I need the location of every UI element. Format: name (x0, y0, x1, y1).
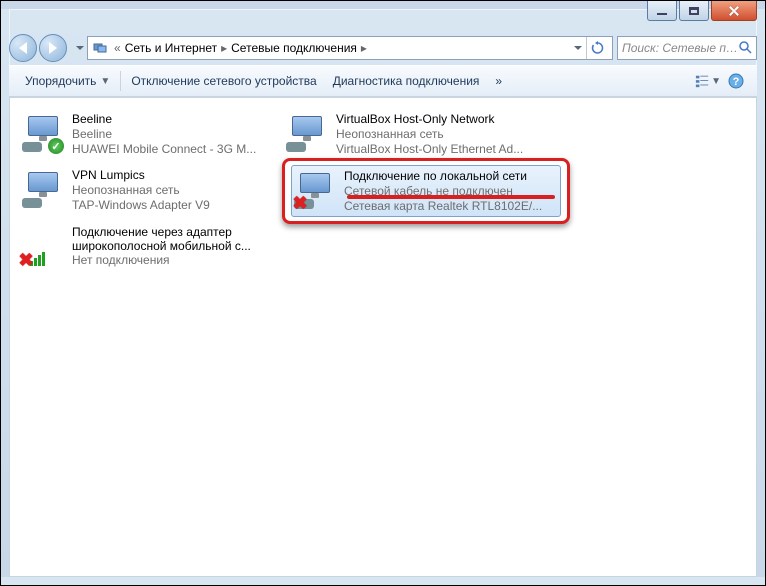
connection-device: Сетевая карта Realtek RTL8102E/... (344, 199, 542, 214)
organize-label: Упорядочить (25, 74, 96, 88)
connection-icon: ✓ (22, 114, 66, 154)
status-error-icon: ✖ (292, 195, 308, 211)
maximize-button[interactable] (679, 1, 709, 21)
network-location-icon (92, 40, 108, 56)
refresh-button[interactable] (586, 37, 608, 59)
organize-button[interactable]: Упорядочить ▼ (17, 70, 118, 92)
svg-text:?: ? (733, 76, 740, 88)
breadcrumb-level1[interactable]: Сеть и Интернет (123, 41, 219, 55)
connection-item-broadband[interactable]: ✖ Подключение через адаптер широкополосн… (20, 220, 280, 272)
forward-button[interactable] (39, 34, 67, 62)
connection-status: Beeline (72, 127, 256, 142)
diagnose-button[interactable]: Диагностика подключения (325, 70, 488, 92)
status-error-icon: ✖ (18, 252, 34, 268)
connection-status: Неопознанная сеть (72, 183, 210, 198)
connection-item-beeline[interactable]: ✓ Beeline Beeline HUAWEI Mobile Connect … (20, 108, 280, 160)
close-button[interactable] (711, 1, 757, 21)
back-button[interactable] (9, 34, 37, 62)
address-bar[interactable]: « Сеть и Интернет ▸ Сетевые подключения … (87, 36, 613, 60)
connection-name: Beeline (72, 112, 256, 127)
status-ok-icon: ✓ (48, 138, 64, 154)
help-icon: ? (728, 73, 744, 89)
connection-item-lan[interactable]: ✖ Подключение по локальной сети Сетевой … (291, 165, 561, 217)
diagnose-label: Диагностика подключения (333, 74, 480, 88)
connection-status: Неопознанная сеть (336, 127, 523, 142)
breadcrumb-sep-tail: ▸ (359, 41, 369, 55)
toolbar-overflow-button[interactable]: » (487, 70, 510, 92)
minimize-button[interactable] (647, 1, 677, 21)
view-options-button[interactable]: ▼ (695, 70, 721, 92)
search-input[interactable]: Поиск: Сетевые подключения (617, 36, 757, 60)
underline-annotation (347, 195, 555, 199)
connection-name: Подключение по локальной сети (344, 169, 542, 184)
disable-device-button[interactable]: Отключение сетевого устройства (123, 70, 324, 92)
connection-name: VirtualBox Host-Only Network (336, 112, 523, 127)
disable-label: Отключение сетевого устройства (131, 74, 316, 88)
connection-device: HUAWEI Mobile Connect - 3G M... (72, 142, 256, 157)
connection-device: VirtualBox Host-Only Ethernet Ad... (336, 142, 523, 157)
refresh-icon (591, 41, 605, 55)
highlight-callout: ✖ Подключение по локальной сети Сетевой … (282, 158, 570, 224)
connection-status: Нет подключения (72, 253, 278, 268)
search-placeholder: Поиск: Сетевые подключения (622, 41, 738, 55)
connection-name: VPN Lumpics (72, 168, 210, 183)
breadcrumb-sep: ▸ (219, 41, 229, 55)
connection-icon: ✖ (22, 226, 66, 266)
connection-device: TAP-Windows Adapter V9 (72, 198, 210, 213)
minimize-icon (657, 13, 667, 15)
chevron-down-icon (76, 46, 84, 50)
content-area: ✓ Beeline Beeline HUAWEI Mobile Connect … (9, 97, 757, 577)
view-icon (695, 73, 709, 89)
close-icon (729, 6, 739, 16)
breadcrumb-root-sep: « (112, 41, 123, 55)
arrow-left-icon (19, 42, 27, 54)
address-dropdown-icon[interactable] (574, 46, 582, 50)
separator (120, 71, 121, 91)
help-button[interactable]: ? (723, 70, 749, 92)
breadcrumb-level2[interactable]: Сетевые подключения (229, 41, 359, 55)
connection-icon (286, 114, 330, 154)
toolbar: Упорядочить ▼ Отключение сетевого устрой… (9, 65, 757, 97)
maximize-icon (689, 7, 699, 15)
connection-name: Подключение через адаптер широкополосной… (72, 225, 278, 253)
chevron-down-icon: ▼ (711, 76, 721, 87)
overflow-label: » (495, 74, 502, 88)
connection-icon (22, 170, 66, 210)
nav-history-dropdown[interactable] (73, 37, 87, 59)
arrow-right-icon (49, 42, 57, 54)
connection-icon: ✖ (294, 171, 338, 211)
chevron-down-icon: ▼ (100, 76, 110, 87)
search-icon (738, 40, 752, 57)
connection-item-virtualbox[interactable]: VirtualBox Host-Only Network Неопознанна… (284, 108, 544, 160)
connection-item-vpn-lumpics[interactable]: VPN Lumpics Неопознанная сеть TAP-Window… (20, 164, 280, 216)
